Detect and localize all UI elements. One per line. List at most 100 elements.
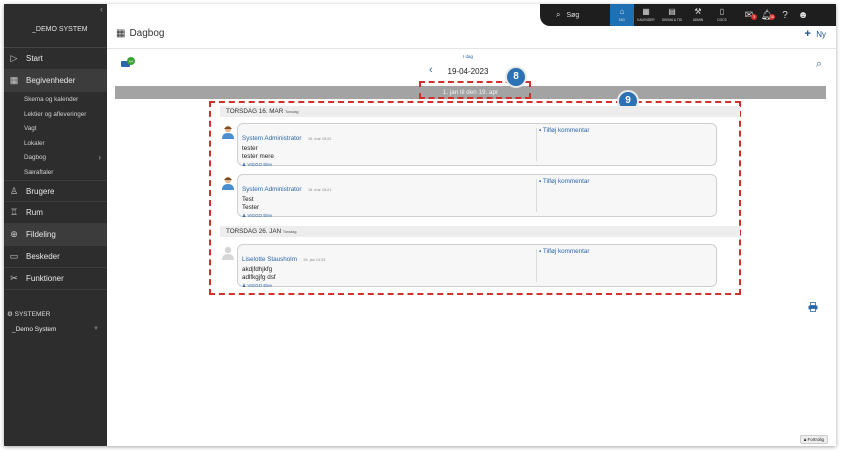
system-name: _DEMO SYSTEM	[32, 26, 88, 33]
sidebar-item-label: Funktioner	[26, 274, 64, 283]
entry-time: 16. mar 15:22	[307, 137, 332, 141]
sidebar-subitem-duty[interactable]: Vagt	[4, 122, 107, 137]
entry-line: Test	[242, 196, 254, 203]
calendar-icon: ▦	[9, 75, 19, 85]
person-icon: ♟	[242, 213, 247, 218]
entry-author[interactable]: System Administrator	[242, 135, 302, 142]
callout-badge-8: 8	[505, 66, 527, 88]
chevron-left-icon[interactable]: ‹	[429, 64, 433, 76]
sidebar-item-file-sharing[interactable]: ⊕ Fildeling	[4, 224, 107, 246]
entry-line: Tester	[242, 204, 260, 211]
chat-icon[interactable]: 4/4	[121, 57, 135, 69]
current-date[interactable]: 19-04-2023	[448, 67, 489, 76]
sidebar-item-messages[interactable]: ▭ Beskeder	[4, 246, 107, 268]
entry-audience-label: VIGGO Elev	[247, 162, 273, 167]
sidebar-subitem-rooms[interactable]: Lokaler	[4, 137, 107, 152]
tools-icon: ✂	[10, 273, 18, 283]
entry-divider	[536, 179, 537, 212]
print-icon[interactable]	[808, 302, 818, 312]
sidebar-subitem-special-agreements[interactable]: Særaftaler	[4, 166, 107, 181]
privacy-label: Fortrolig	[807, 437, 824, 442]
avatar-placeholder	[222, 246, 234, 260]
avatar	[222, 176, 234, 190]
entry-time: 26. jan 14:33	[303, 258, 326, 262]
entry-line: akdjfdhjkfg	[242, 266, 273, 273]
privacy-button[interactable]: 🔒︎ Fortrolig	[799, 435, 828, 444]
diary-entry: System Administrator 16. mar 15:22 teste…	[237, 123, 717, 168]
sidebar-item-label: Brugere	[26, 186, 55, 196]
entry-author[interactable]: System Administrator	[242, 186, 302, 193]
systems-label: SYSTEMER	[14, 311, 51, 318]
new-entry-label: Ny	[816, 30, 826, 39]
lock-icon: 🔒︎	[803, 437, 807, 442]
person-icon: ♟	[242, 162, 247, 167]
chat-badge: 4/4	[129, 59, 134, 63]
gear-icon: ⚙	[7, 311, 13, 318]
diary-entry: System Administrator 16. mar 15:21 Test …	[237, 174, 717, 219]
day-header-title: TORSDAG 16. MAR	[226, 108, 284, 115]
add-comment-label: Tilføj kommentar	[542, 248, 590, 255]
sidebar-subitem-homework[interactable]: Lektier og afleveringer	[4, 108, 107, 123]
main-content: ▦ Dagbog + Ny 4/4 ⌕ I dag ‹ 19-04-2023 1…	[107, 4, 836, 446]
sidebar-item-start[interactable]: ▷ Start	[4, 48, 107, 70]
entry-body: System Administrator 16. mar 15:22 teste…	[242, 127, 532, 168]
share-icon: ⊕	[10, 229, 18, 239]
diary-icon: ▦	[116, 28, 126, 39]
entry-audience[interactable]: ♟ VIGGO Elev	[242, 213, 532, 219]
collapse-sidebar-icon[interactable]: ‹	[100, 4, 103, 14]
sidebar-item-functions[interactable]: ✂ Funktioner	[4, 268, 107, 290]
search-icon[interactable]: ⌕	[816, 58, 822, 71]
day-header-title: TORSDAG 26. JAN	[226, 228, 282, 235]
today-link[interactable]: I dag	[423, 54, 513, 59]
plus-icon: +	[804, 28, 811, 40]
sidebar-item-label: Fildeling	[26, 230, 56, 239]
day-header-weekday: Torsdag	[282, 230, 297, 234]
add-comment-button[interactable]: ▪ Tilføj kommentar	[539, 178, 590, 185]
entry-author[interactable]: Liselotte Stausholm	[242, 256, 297, 263]
entry-line: adlfkgjfg dsf	[242, 274, 276, 281]
events-submenu: Skema og kalender Lektier og afleveringe…	[4, 92, 107, 180]
header-divider	[107, 48, 836, 49]
sidebar-item-rooms[interactable]: ♖ Rum	[4, 202, 107, 224]
add-comment-button[interactable]: ▪ Tilføj kommentar	[539, 248, 590, 255]
entry-line: tester	[242, 145, 258, 152]
sidebar-subitem-label: Dagbog	[24, 154, 47, 161]
message-icon: ▭	[9, 251, 19, 261]
avatar	[222, 125, 234, 139]
diary-entry: Liselotte Stausholm 26. jan 14:33 akdjfd…	[237, 244, 717, 289]
group-icon: ♖	[9, 207, 19, 217]
comment-icon: ▪	[539, 248, 542, 255]
comment-icon: ▪	[539, 127, 542, 134]
sidebar-item-label: Beskeder	[26, 252, 60, 261]
add-comment-label: Tilføj kommentar	[542, 178, 590, 185]
sidebar-subitem-diary[interactable]: Dagbog ›	[4, 151, 107, 166]
day-header: TORSDAG 16. MAR Torsdag	[220, 106, 740, 117]
sidebar-header: _DEMO SYSTEM ‹	[4, 4, 107, 48]
sidebar-item-events[interactable]: ▦ Begivenheder	[4, 70, 107, 92]
day-header: TORSDAG 26. JAN Torsdag	[220, 226, 740, 237]
dropdown-arrow-icon: ▼	[93, 326, 99, 332]
sidebar-item-label: Start	[26, 54, 43, 63]
person-icon: ♟	[242, 283, 247, 288]
system-select[interactable]: _Demo System ▼	[4, 326, 107, 333]
sidebar-item-label: Begivenheder	[26, 76, 76, 85]
add-comment-button[interactable]: ▪ Tilføj kommentar	[539, 127, 590, 134]
entry-time: 16. mar 15:21	[307, 188, 332, 192]
sidebar-subitem-schedule[interactable]: Skema og kalender	[4, 93, 107, 108]
sidebar: _DEMO SYSTEM ‹ ▷ Start ▦ Begivenheder Sk…	[4, 4, 107, 446]
entry-audience-label: VIGGO Elev	[247, 283, 273, 288]
entry-audience[interactable]: ♟ VIGGO Elev	[242, 283, 532, 289]
entry-audience-label: VIGGO Elev	[247, 213, 273, 218]
page-title: ▦ Dagbog	[116, 28, 164, 39]
entry-line: tester mere	[242, 153, 274, 160]
sidebar-item-users[interactable]: ♙ Brugere	[4, 180, 107, 202]
users-icon: ♙	[9, 185, 19, 196]
systems-section: ⚙ SYSTEMER	[4, 310, 107, 318]
entry-audience[interactable]: ♟ VIGGO Elev	[242, 162, 532, 168]
entry-divider	[536, 128, 537, 161]
comment-icon: ▪	[539, 178, 542, 185]
chevron-right-icon: ›	[98, 153, 101, 162]
date-navigator: I dag ‹ 19-04-2023	[423, 54, 513, 79]
new-entry-button[interactable]: + Ny	[805, 28, 826, 40]
entry-divider	[536, 249, 537, 282]
